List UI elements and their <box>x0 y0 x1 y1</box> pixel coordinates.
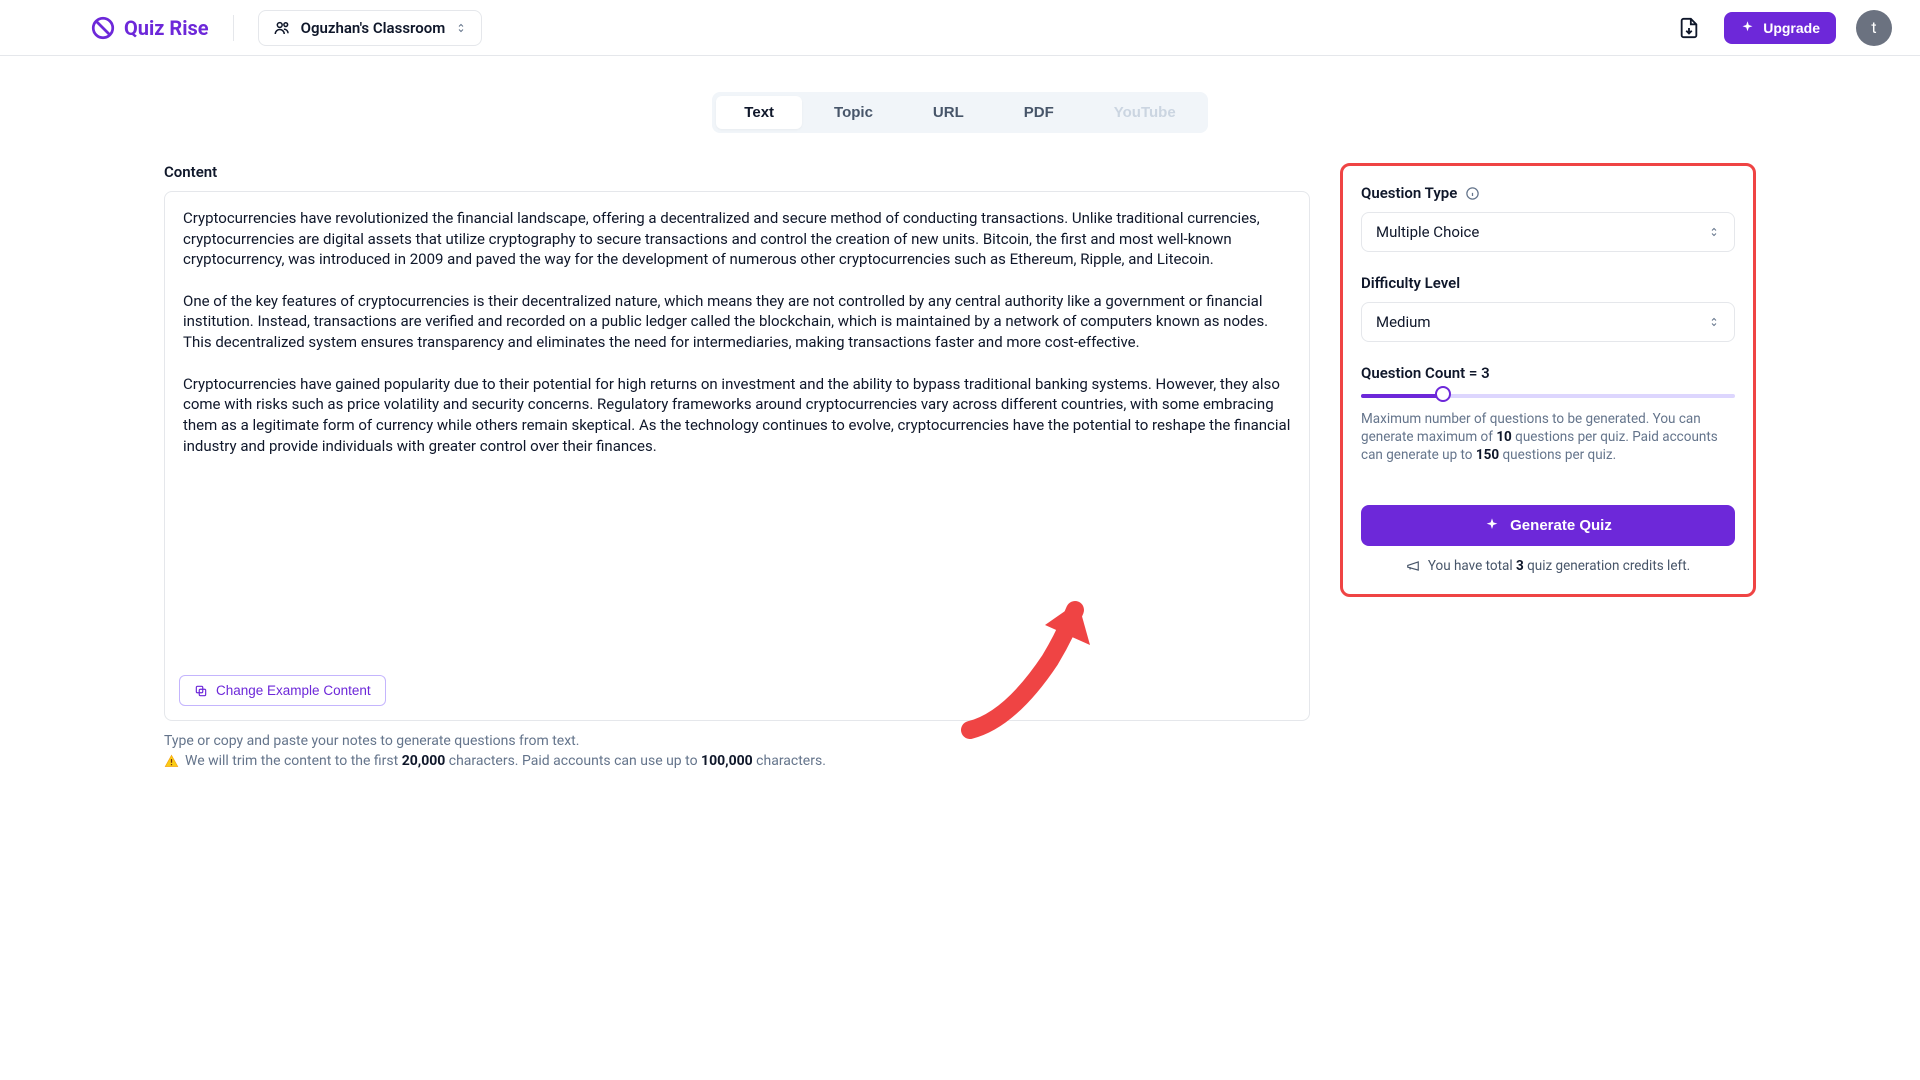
avatar-initial: t <box>1871 18 1876 37</box>
upgrade-label: Upgrade <box>1763 20 1820 36</box>
content-box[interactable]: Cryptocurrencies have revolutionized the… <box>164 191 1310 721</box>
tab-topic[interactable]: Topic <box>806 96 901 129</box>
tabs: Text Topic URL PDF YouTube <box>712 92 1207 133</box>
content-column: Content Cryptocurrencies have revolution… <box>164 163 1310 769</box>
info-icon[interactable] <box>1465 186 1480 201</box>
sparkle-icon <box>1740 20 1755 35</box>
count-slider[interactable] <box>1361 392 1735 400</box>
people-icon <box>273 19 291 37</box>
brand-text: Quiz Rise <box>124 16 209 40</box>
difficulty-select[interactable]: Medium <box>1361 302 1735 342</box>
difficulty-value: Medium <box>1376 313 1431 331</box>
credits-line: You have total 3 quiz generation credits… <box>1361 558 1735 574</box>
tab-pdf[interactable]: PDF <box>996 96 1082 129</box>
hint-1: Type or copy and paste your notes to gen… <box>164 733 1310 749</box>
main: Content Cryptocurrencies have revolution… <box>0 133 1920 809</box>
classroom-label: Oguzhan's Classroom <box>301 19 446 37</box>
copy-icon <box>194 684 208 698</box>
chevron-sort-icon <box>1708 316 1720 328</box>
header: Quiz Rise Oguzhan's Classroom Upgrade t <box>0 0 1920 56</box>
qtype-value: Multiple Choice <box>1376 223 1479 241</box>
difficulty-label: Difficulty Level <box>1361 274 1735 292</box>
sparkle-icon <box>1484 517 1500 533</box>
change-example-button[interactable]: Change Example Content <box>179 675 386 706</box>
megaphone-icon <box>1406 559 1420 573</box>
qtype-select[interactable]: Multiple Choice <box>1361 212 1735 252</box>
tab-text[interactable]: Text <box>716 96 802 129</box>
avatar[interactable]: t <box>1856 10 1892 46</box>
tabs-container: Text Topic URL PDF YouTube <box>0 92 1920 133</box>
count-label: Question Count = 3 <box>1361 364 1735 382</box>
count-description: Maximum number of questions to be genera… <box>1361 410 1735 465</box>
change-example-label: Change Example Content <box>216 683 371 698</box>
logo-icon <box>90 15 116 41</box>
generate-label: Generate Quiz <box>1510 517 1612 534</box>
warning-icon <box>164 754 179 769</box>
chevron-sort-icon <box>1708 226 1720 238</box>
divider <box>233 15 234 41</box>
content-label: Content <box>164 163 1310 181</box>
chevron-sort-icon <box>455 22 467 34</box>
upgrade-button[interactable]: Upgrade <box>1724 12 1836 44</box>
content-text[interactable]: Cryptocurrencies have revolutionized the… <box>183 208 1291 456</box>
tab-youtube[interactable]: YouTube <box>1086 96 1204 129</box>
settings-panel: Question Type Multiple Choice Difficulty… <box>1340 163 1756 597</box>
hint-2: We will trim the content to the first 20… <box>164 753 1310 769</box>
logo[interactable]: Quiz Rise <box>90 15 209 41</box>
tab-url[interactable]: URL <box>905 96 992 129</box>
qtype-label: Question Type <box>1361 184 1735 202</box>
generate-quiz-button[interactable]: Generate Quiz <box>1361 505 1735 546</box>
export-icon[interactable] <box>1678 17 1700 39</box>
classroom-select[interactable]: Oguzhan's Classroom <box>258 10 483 46</box>
slider-thumb[interactable] <box>1435 386 1451 402</box>
